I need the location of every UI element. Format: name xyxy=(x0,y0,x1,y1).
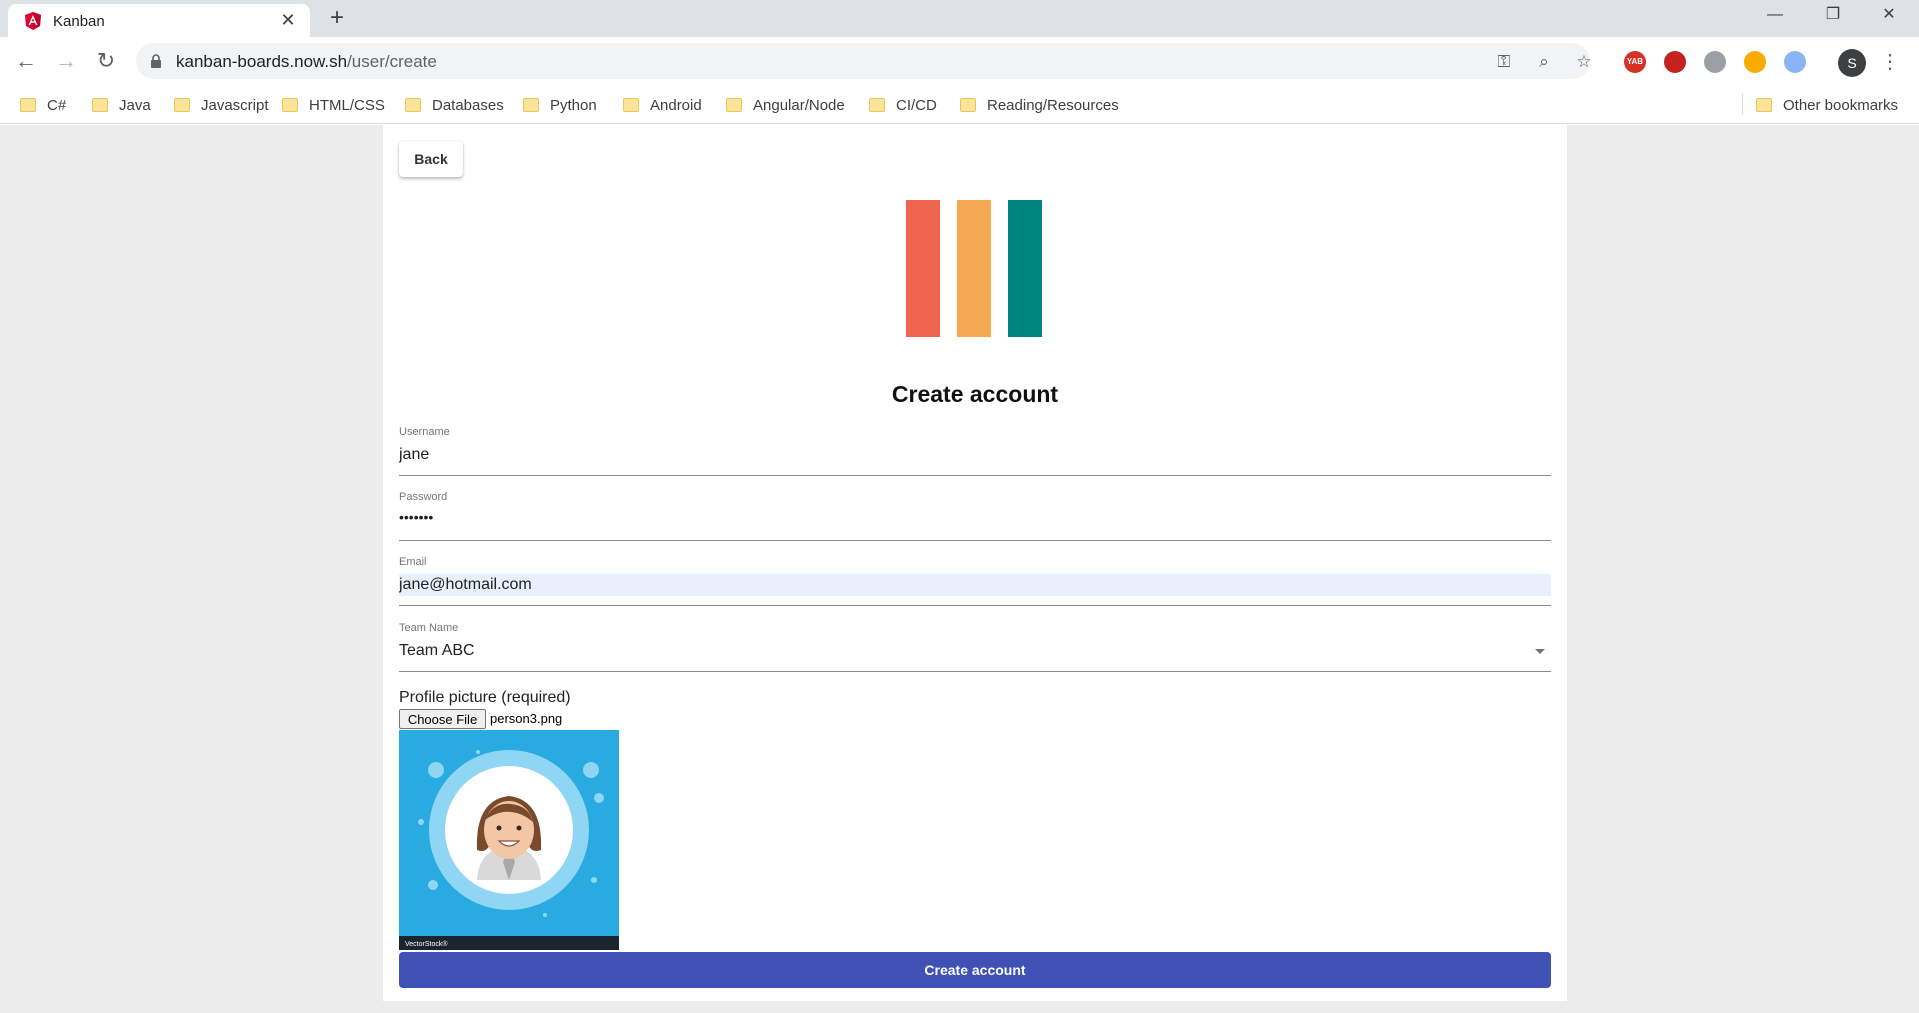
minimize-icon[interactable]: — xyxy=(1752,0,1798,32)
team-selected-value: Team ABC xyxy=(399,642,475,659)
url-text: kanban-boards.now.sh/user/create xyxy=(176,52,437,72)
pdf-extension-icon[interactable] xyxy=(1664,51,1686,73)
back-arrow-icon[interactable]: ← xyxy=(12,48,40,76)
address-bar[interactable]: kanban-boards.now.sh/user/create ⚿ ⌕ ☆ xyxy=(136,43,1592,79)
dropdown-arrow-icon[interactable] xyxy=(1535,649,1545,654)
folder-icon xyxy=(726,98,742,112)
folder-icon xyxy=(405,98,421,112)
team-select[interactable]: Team Name Team ABC xyxy=(399,622,1551,672)
email-field: Email xyxy=(399,556,1551,606)
username-label: Username xyxy=(399,426,450,438)
zoom-icon[interactable]: ⌕ xyxy=(1534,52,1554,72)
close-window-icon[interactable]: ✕ xyxy=(1866,0,1912,32)
page-title: Create account xyxy=(891,381,1059,407)
moon-extension-icon[interactable] xyxy=(1744,51,1766,73)
reload-icon[interactable]: ↻ xyxy=(92,48,120,76)
bookmark-label: Java xyxy=(119,96,151,114)
folder-icon xyxy=(174,98,190,112)
star-bookmark-icon[interactable]: ☆ xyxy=(1574,52,1594,72)
bookmark-label: Python xyxy=(550,96,597,114)
bookmark-label: HTML/CSS xyxy=(309,96,385,114)
yab-extension-icon[interactable]: YAB xyxy=(1624,51,1646,73)
key-icon[interactable]: ⚿ xyxy=(1494,52,1514,72)
browser-toolbar: ← → ↻ kanban-boards.now.sh/user/create ⚿… xyxy=(0,37,1919,85)
folder-icon xyxy=(623,98,639,112)
logo-bar-red xyxy=(906,200,940,337)
password-field: Password ••••••• xyxy=(399,491,1551,541)
profile-picture-label: Profile picture (required) xyxy=(399,689,571,706)
blue-extension-icon[interactable] xyxy=(1784,51,1806,73)
bookmark-label: Angular/Node xyxy=(753,96,845,114)
bookmarks-divider xyxy=(1742,93,1743,115)
new-tab-icon[interactable]: + xyxy=(324,6,350,32)
email-input[interactable] xyxy=(399,574,1551,596)
bookmark-label: Reading/Resources xyxy=(987,96,1119,114)
forward-arrow-icon[interactable]: → xyxy=(52,48,80,76)
username-field: Username xyxy=(399,426,1551,476)
tab-strip: Kanban ✕ + — ❐ ✕ xyxy=(0,0,1919,37)
team-label: Team Name xyxy=(399,622,459,634)
create-account-card: Back Create account Username Password ••… xyxy=(383,125,1567,1001)
logo-bar-orange xyxy=(957,200,991,337)
gear-extension-icon[interactable] xyxy=(1704,51,1726,73)
page-background: Back Create account Username Password ••… xyxy=(0,125,1919,1013)
bookmark-label: Javascript xyxy=(201,96,269,114)
image-watermark: VectorStock® xyxy=(405,940,448,948)
bookmarks-bar: C# Java Javascript HTML/CSS Databases Python A… xyxy=(0,85,1919,124)
bookmark-folder[interactable]: Databases xyxy=(405,94,504,116)
folder-icon xyxy=(523,98,539,112)
selected-file-name: person3.png xyxy=(490,711,563,726)
browser-tab[interactable]: Kanban ✕ xyxy=(8,4,310,37)
other-bookmarks[interactable]: Other bookmarks xyxy=(1756,94,1898,116)
bookmark-label: Android xyxy=(650,96,702,114)
close-tab-icon[interactable]: ✕ xyxy=(278,10,298,30)
folder-icon xyxy=(869,98,885,112)
logo-bar-teal xyxy=(1008,200,1042,337)
url-path: /user/create xyxy=(347,52,437,71)
profile-avatar[interactable]: S xyxy=(1838,49,1866,77)
back-button[interactable]: Back xyxy=(399,141,463,177)
bookmark-folder[interactable]: Angular/Node xyxy=(726,94,845,116)
password-label: Password xyxy=(399,491,448,503)
username-input[interactable] xyxy=(399,444,1551,466)
bookmark-label: Databases xyxy=(432,96,504,114)
bookmark-label: CI/CD xyxy=(896,96,937,114)
lock-icon xyxy=(151,54,161,68)
bookmark-folder[interactable]: Java xyxy=(92,94,151,116)
folder-icon xyxy=(282,98,298,112)
url-host: kanban-boards.now.sh xyxy=(176,52,348,71)
bookmark-folder[interactable]: C# xyxy=(20,94,66,116)
password-input[interactable]: ••••••• xyxy=(399,509,1551,531)
bookmark-label: C# xyxy=(47,96,67,114)
create-account-button[interactable]: Create account xyxy=(399,952,1551,988)
bookmark-folder[interactable]: Android xyxy=(623,94,702,116)
kanban-logo xyxy=(906,200,1043,337)
email-label: Email xyxy=(399,556,427,568)
restore-icon[interactable]: ❐ xyxy=(1810,0,1856,32)
bookmark-folder[interactable]: Javascript xyxy=(174,94,269,116)
folder-icon xyxy=(92,98,108,112)
folder-icon xyxy=(1756,98,1772,112)
bookmark-folder[interactable]: Reading/Resources xyxy=(960,94,1119,116)
bookmark-folder[interactable]: Python xyxy=(523,94,597,116)
other-bookmarks-label: Other bookmarks xyxy=(1783,96,1899,114)
profile-picture-preview: VectorStock® xyxy=(399,730,619,950)
bookmark-folder[interactable]: HTML/CSS xyxy=(282,94,385,116)
folder-icon xyxy=(960,98,976,112)
folder-icon xyxy=(20,98,36,112)
bookmark-folder[interactable]: CI/CD xyxy=(869,94,937,116)
angular-favicon-icon xyxy=(25,12,41,30)
choose-file-button[interactable]: Choose File xyxy=(399,709,486,729)
more-menu-icon[interactable]: ⋮ xyxy=(1880,48,1900,76)
tab-title: Kanban xyxy=(53,13,105,30)
